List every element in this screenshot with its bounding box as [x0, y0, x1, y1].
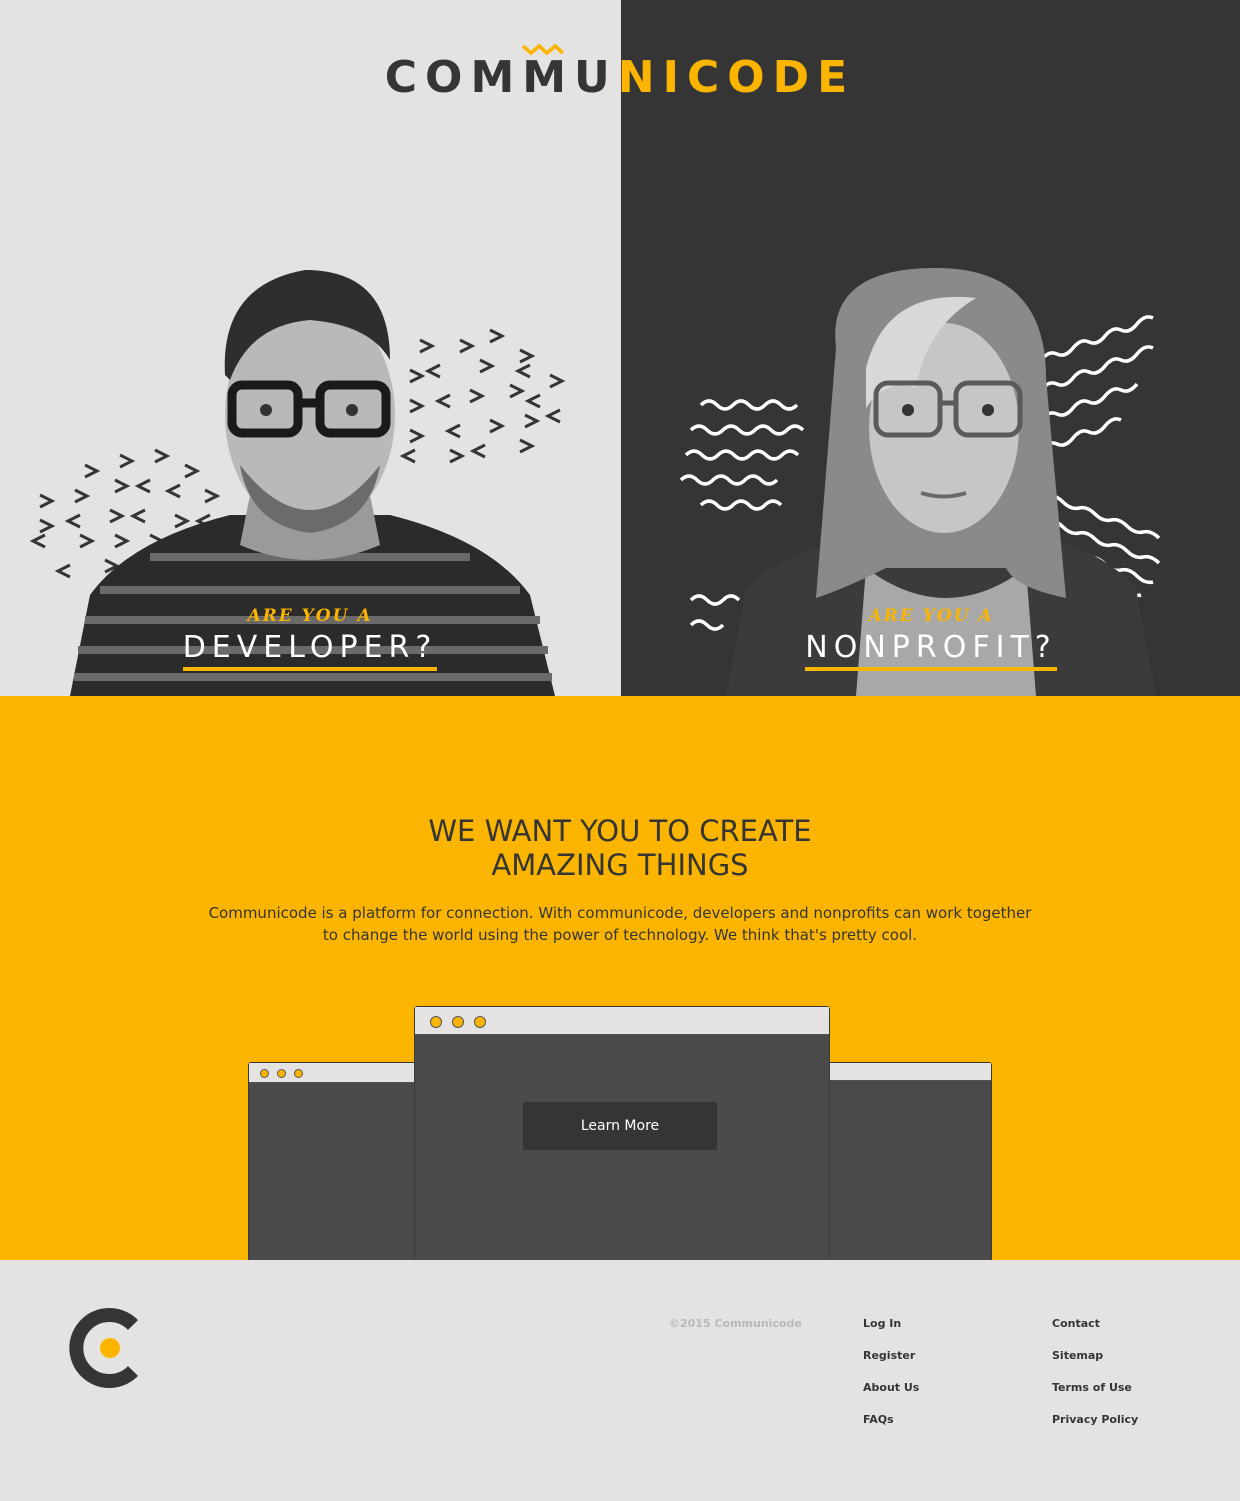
nonprofit-cta[interactable]: ARE YOU A NONPROFIT? — [781, 606, 1081, 671]
footer-link-register[interactable]: Register — [863, 1349, 919, 1381]
learn-more-button[interactable]: Learn More — [523, 1102, 717, 1150]
headline-line-1: WE WANT YOU TO CREATE — [428, 814, 812, 848]
nonprofit-panel[interactable]: ARE YOU A NONPROFIT? — [621, 0, 1240, 696]
logo-wave-icon — [521, 43, 565, 56]
developer-eyebrow: ARE YOU A — [247, 606, 373, 626]
browser-titlebar — [249, 1063, 417, 1083]
browser-window-left — [248, 1062, 418, 1260]
logo-part-accent: NICODE — [617, 52, 856, 103]
logo-part-dark: COMMU — [384, 52, 618, 103]
footer-link-log-in[interactable]: Log In — [863, 1317, 919, 1349]
footer-link-about-us[interactable]: About Us — [863, 1381, 919, 1413]
hero-section: ARE YOU A DEVELOPER? ARE YOU A NONPROFIT… — [0, 0, 1240, 696]
description-line-2: to change the world using the power of t… — [322, 926, 918, 944]
window-dot-icon — [474, 1016, 486, 1028]
description-line-1: Communicode is a platform for connection… — [208, 904, 1032, 922]
footer-links-col-1: Log In Register About Us FAQs — [863, 1317, 919, 1445]
headline-line-2: AMAZING THINGS — [491, 848, 749, 882]
footer-link-faqs[interactable]: FAQs — [863, 1413, 919, 1445]
communicode-c-logo-icon[interactable] — [67, 1307, 143, 1389]
site-logo[interactable]: COMMUNICODE — [0, 52, 1240, 103]
window-dot-icon — [260, 1069, 269, 1078]
footer-link-terms[interactable]: Terms of Use — [1052, 1381, 1138, 1413]
developer-panel[interactable]: ARE YOU A DEVELOPER? — [0, 0, 621, 696]
developer-link[interactable]: DEVELOPER? — [182, 630, 438, 671]
copyright-text: ©2015 Communicode — [669, 1317, 802, 1330]
site-footer: ©2015 Communicode Log In Register About … — [0, 1260, 1240, 1501]
footer-links-col-2: Contact Sitemap Terms of Use Privacy Pol… — [1052, 1317, 1138, 1445]
footer-link-contact[interactable]: Contact — [1052, 1317, 1138, 1349]
window-dot-icon — [277, 1069, 286, 1078]
browser-window-right — [826, 1062, 992, 1260]
about-section: WE WANT YOU TO CREATE AMAZING THINGS Com… — [0, 696, 1240, 1260]
window-dot-icon — [430, 1016, 442, 1028]
window-dot-icon — [452, 1016, 464, 1028]
about-description: Communicode is a platform for connection… — [170, 902, 1070, 946]
nonprofit-link[interactable]: NONPROFIT? — [805, 630, 1057, 671]
developer-cta[interactable]: ARE YOU A DEVELOPER? — [160, 606, 460, 671]
window-dot-icon — [294, 1069, 303, 1078]
footer-link-privacy[interactable]: Privacy Policy — [1052, 1413, 1138, 1445]
nonprofit-eyebrow: ARE YOU A — [868, 606, 994, 626]
about-headline: WE WANT YOU TO CREATE AMAZING THINGS — [0, 814, 1240, 882]
browser-titlebar — [827, 1063, 991, 1081]
footer-link-sitemap[interactable]: Sitemap — [1052, 1349, 1138, 1381]
